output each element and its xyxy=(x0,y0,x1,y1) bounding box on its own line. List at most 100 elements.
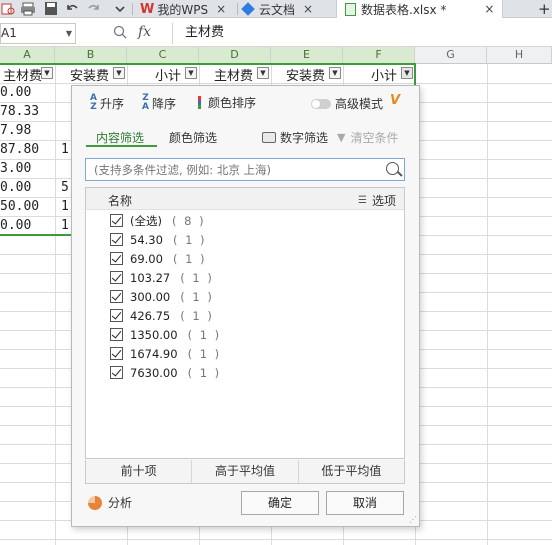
dropdown-arrow-icon[interactable] xyxy=(112,1,128,16)
print-icon[interactable] xyxy=(20,1,36,16)
color-sort-icon xyxy=(198,96,201,109)
checkbox[interactable] xyxy=(110,290,123,303)
tab-content-filter[interactable]: 内容筛选 xyxy=(96,129,144,146)
tab-label: 我的WPS xyxy=(157,2,209,17)
spreadsheet-icon xyxy=(345,2,356,16)
formula-input[interactable]: 主材费 xyxy=(172,23,552,44)
sort-descending-label: 降序 xyxy=(151,96,176,111)
list-item[interactable]: 426.75 ( 1 ) xyxy=(110,306,214,325)
checkbox[interactable] xyxy=(110,271,123,284)
checkbox[interactable] xyxy=(110,214,123,227)
clear-filter-label: 清空条件 xyxy=(350,131,399,145)
checkbox[interactable] xyxy=(110,366,123,379)
undo-icon[interactable] xyxy=(64,1,80,16)
analyze-button[interactable]: 分析 xyxy=(88,494,132,511)
print-preview-icon[interactable] xyxy=(0,1,16,16)
list-item[interactable]: 54.30 ( 1 ) xyxy=(110,230,207,249)
tab-spreadsheet[interactable]: 数据表格.xlsx * × xyxy=(336,0,504,18)
list-header-name: 名称 xyxy=(108,194,133,208)
ok-button[interactable]: 确定 xyxy=(241,491,319,515)
name-box-value: A1 xyxy=(1,26,17,40)
list-item[interactable]: 1674.90 ( 1 ) xyxy=(110,344,221,363)
advanced-mode-label: 高级模式 xyxy=(335,97,384,111)
list-item[interactable]: 7630.00 ( 1 ) xyxy=(110,363,221,382)
sort-descending-button[interactable]: ZA 降序 xyxy=(142,94,176,112)
item-label: 426.75 xyxy=(130,308,171,323)
column-header-a[interactable]: A xyxy=(0,47,55,64)
search-icon[interactable] xyxy=(386,162,399,175)
list-options-label: 选项 xyxy=(371,194,396,208)
advanced-mode-toggle[interactable] xyxy=(311,99,331,109)
item-count: ( 1 ) xyxy=(187,346,222,361)
sort-ascending-icon: AZ xyxy=(90,93,97,112)
redo-icon[interactable] xyxy=(86,1,102,16)
name-box[interactable]: A1 ▼ xyxy=(0,23,76,44)
list-item[interactable]: 300.00 ( 1 ) xyxy=(110,287,214,306)
close-icon[interactable]: × xyxy=(484,2,494,16)
column-header-c[interactable]: C xyxy=(127,47,199,64)
close-icon[interactable]: × xyxy=(303,2,313,16)
list-options-button[interactable]: ☰ 选项 xyxy=(358,192,396,209)
item-label: 7630.00 xyxy=(130,365,178,380)
item-count: ( 8 ) xyxy=(171,213,206,228)
chevron-down-icon[interactable]: ▼ xyxy=(66,24,72,43)
above-average-button[interactable]: 高于平均值 xyxy=(192,460,299,483)
column-header-f[interactable]: F xyxy=(343,47,415,64)
list-item[interactable]: 69.00 ( 1 ) xyxy=(110,249,207,268)
wps-logo-icon: W xyxy=(140,1,155,17)
filter-search-box[interactable] xyxy=(85,158,405,181)
item-label: 54.30 xyxy=(130,232,163,247)
number-filter-label: 数字筛选 xyxy=(280,131,329,145)
cancel-button[interactable]: 取消 xyxy=(326,491,404,515)
column-header-b[interactable]: B xyxy=(55,47,127,64)
sort-by-color-button[interactable]: 颜色排序 xyxy=(198,94,256,111)
checkbox[interactable] xyxy=(110,347,123,360)
checkbox[interactable] xyxy=(110,309,123,322)
top-ten-button[interactable]: 前十项 xyxy=(86,460,193,483)
tab-color-filter[interactable]: 颜色筛选 xyxy=(169,129,217,146)
sort-ascending-button[interactable]: AZ 升序 xyxy=(90,94,124,112)
tab-label: 数据表格.xlsx * xyxy=(361,2,447,17)
quick-filter-bar: 前十项 高于平均值 低于平均值 xyxy=(85,460,405,484)
new-tab-button[interactable]: + xyxy=(538,0,551,18)
below-average-button[interactable]: 低于平均值 xyxy=(299,460,404,483)
checkbox[interactable] xyxy=(110,233,123,246)
item-label: 1350.00 xyxy=(130,327,178,342)
list-item[interactable]: 103.27 ( 1 ) xyxy=(110,268,214,287)
item-label: 69.00 xyxy=(130,251,163,266)
item-label: 103.27 xyxy=(130,270,171,285)
grid-line xyxy=(0,539,552,540)
number-filter-icon xyxy=(262,132,276,143)
checkbox[interactable] xyxy=(110,328,123,341)
item-label: (全选) xyxy=(130,213,162,228)
sort-by-color-label: 颜色排序 xyxy=(208,96,257,110)
column-header-d[interactable]: D xyxy=(199,47,271,64)
column-header-e[interactable]: E xyxy=(271,47,343,64)
number-filter-button[interactable]: 数字筛选 xyxy=(262,129,328,146)
sort-row: AZ 升序 ZA 降序 颜色排序 高级模式 V xyxy=(72,92,419,114)
list-item-select-all[interactable]: (全选) ( 8 ) xyxy=(110,211,206,230)
list-item[interactable]: 1350.00 ( 1 ) xyxy=(110,325,221,344)
options-menu-icon: ☰ xyxy=(358,195,367,206)
close-icon[interactable]: × xyxy=(216,2,226,16)
filter-popup: AZ 升序 ZA 降序 颜色排序 高级模式 V 内容筛选 颜色筛选 数字筛选 ▼… xyxy=(71,85,420,527)
resize-grip-icon[interactable]: ⋰ xyxy=(409,516,417,524)
column-header-h[interactable]: H xyxy=(487,47,552,64)
checkbox[interactable] xyxy=(110,252,123,265)
item-count: ( 1 ) xyxy=(180,308,214,323)
zoom-function-icon[interactable] xyxy=(113,25,127,43)
item-count: ( 1 ) xyxy=(180,289,214,304)
formula-bar: A1 ▼ fx 主材费 xyxy=(0,21,552,47)
analyze-label: 分析 xyxy=(108,496,133,510)
filter-search-input[interactable] xyxy=(86,159,376,180)
item-label: 300.00 xyxy=(130,289,171,304)
tab-my-wps[interactable]: W 我的WPS × xyxy=(140,0,226,18)
sort-ascending-label: 升序 xyxy=(99,96,124,111)
vip-icon: V xyxy=(390,93,401,108)
item-count: ( 1 ) xyxy=(172,251,207,266)
tab-cloud-doc[interactable]: 云文档 × xyxy=(241,0,313,18)
fx-icon[interactable]: fx xyxy=(138,24,151,40)
clear-filter-button[interactable]: ▼ 清空条件 xyxy=(337,129,398,146)
save-icon[interactable] xyxy=(43,1,59,16)
column-header-g[interactable]: G xyxy=(415,47,487,64)
